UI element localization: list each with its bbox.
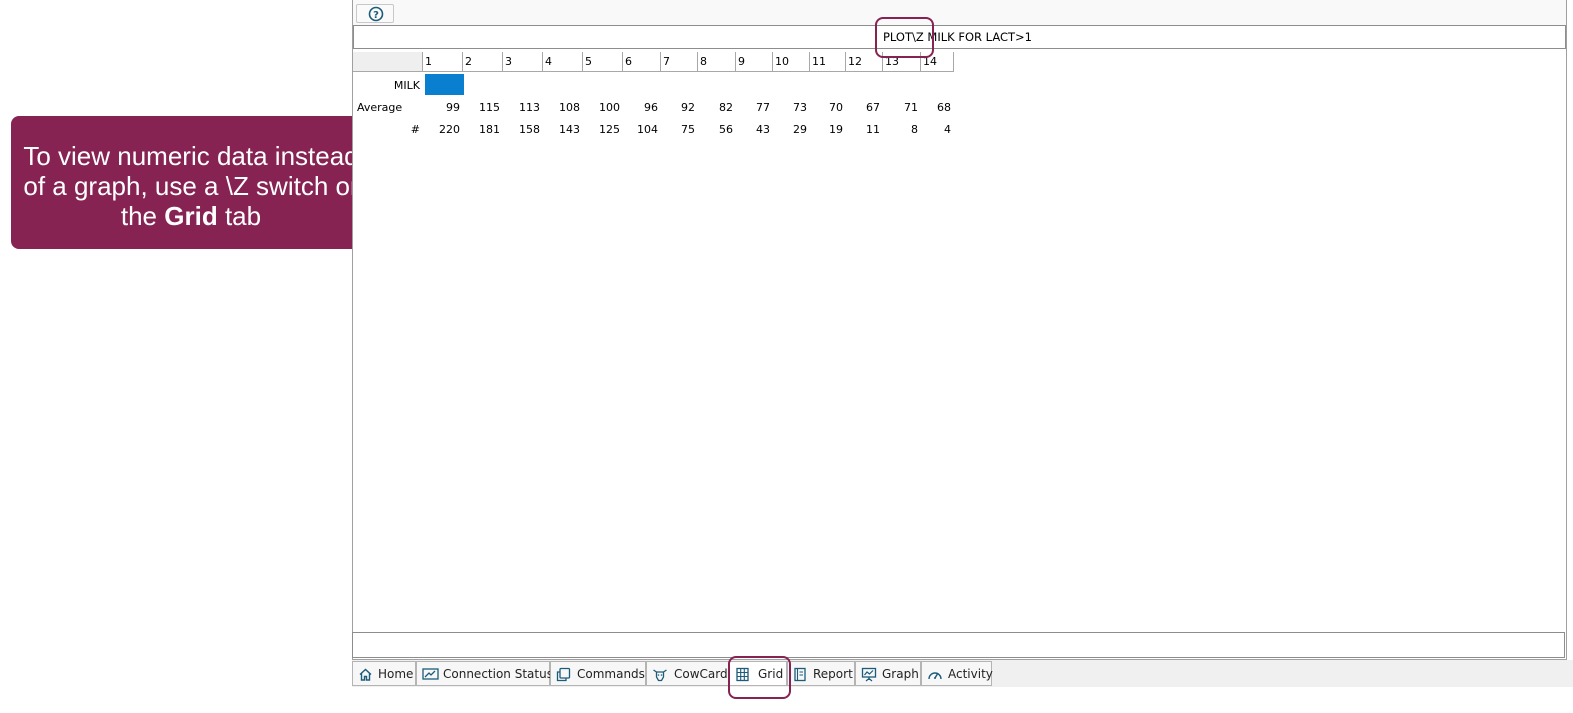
column-header[interactable]: 7: [661, 52, 698, 72]
svg-text:?: ?: [373, 10, 379, 21]
tab-strip: Home Connection Status Commands CowCard …: [352, 660, 1573, 687]
tab-commands[interactable]: Commands: [550, 661, 646, 686]
grid-cell[interactable]: 73: [773, 101, 807, 114]
callout-line-2: of a graph, use a \Z switch or: [23, 171, 359, 201]
grid-cell[interactable]: 92: [661, 101, 695, 114]
tab-report-label: Report: [813, 667, 853, 681]
help-icon: ?: [368, 6, 384, 22]
column-header[interactable]: 2: [463, 52, 503, 72]
grid-cell[interactable]: 158: [503, 123, 540, 136]
tab-activity[interactable]: Activity: [921, 661, 993, 686]
row-label: #: [410, 123, 420, 136]
grid-cell[interactable]: 43: [736, 123, 770, 136]
home-icon: [359, 668, 372, 681]
grid-cell[interactable]: 67: [846, 101, 880, 114]
cow-icon: [653, 669, 667, 682]
column-header[interactable]: 4: [543, 52, 583, 72]
instruction-callout: To view numeric data instead of a graph,…: [11, 116, 371, 249]
grid-cell[interactable]: 29: [773, 123, 807, 136]
grid-cell[interactable]: 11: [846, 123, 880, 136]
grid-cell[interactable]: 99: [423, 101, 460, 114]
tab-cowcard[interactable]: CowCard: [646, 661, 729, 686]
tab-graph-label: Graph: [882, 667, 919, 681]
connection-status-icon: [422, 668, 439, 680]
grid-tab-highlight: [728, 656, 791, 699]
grid-cell[interactable]: 115: [463, 101, 500, 114]
callout-grid-emphasis: Grid: [164, 201, 218, 231]
grid-cell[interactable]: 108: [543, 101, 580, 114]
report-icon: [794, 667, 806, 682]
grid-cell[interactable]: 71: [883, 101, 918, 114]
grid-cell[interactable]: 70: [810, 101, 843, 114]
column-header[interactable]: 8: [698, 52, 736, 72]
tab-home-label: Home: [378, 667, 414, 681]
grid-cell[interactable]: 100: [583, 101, 620, 114]
activity-gauge-icon: [928, 672, 942, 680]
toolbar: ?: [353, 0, 1566, 25]
grid-cell[interactable]: 75: [661, 123, 695, 136]
column-header[interactable]: 1: [423, 52, 463, 72]
commands-icon: [556, 667, 571, 682]
column-header[interactable]: 5: [583, 52, 623, 72]
column-header[interactable]: 9: [736, 52, 773, 72]
grid-panel: ? PLOT\Z MILK FOR LACT>1 1 2 3 4 5 6 7 8 9 10 11 12…: [352, 0, 1567, 660]
tab-home[interactable]: Home: [352, 661, 416, 686]
tab-activity-label: Activity: [948, 667, 993, 681]
graph-icon: [861, 667, 877, 682]
tab-commands-label: Commands: [577, 667, 645, 681]
column-header[interactable]: 6: [623, 52, 661, 72]
grid-cell[interactable]: 82: [698, 101, 733, 114]
tab-cowcard-label: CowCard: [674, 667, 728, 681]
tab-graph[interactable]: Graph: [855, 661, 921, 686]
grid-cell[interactable]: 113: [503, 101, 540, 114]
callout-line-1: To view numeric data instead: [23, 141, 359, 171]
grid-cell[interactable]: 8: [883, 123, 918, 136]
grid-cell[interactable]: 125: [583, 123, 620, 136]
tab-report[interactable]: Report: [787, 661, 855, 686]
grid-corner-cell: [353, 52, 423, 72]
grid-cell[interactable]: 104: [623, 123, 658, 136]
grid-cell[interactable]: 68: [921, 101, 951, 114]
grid-cell[interactable]: 19: [810, 123, 843, 136]
grid-cell[interactable]: 143: [543, 123, 580, 136]
grid-cell[interactable]: 4: [921, 123, 951, 136]
column-header[interactable]: 11: [810, 52, 846, 72]
help-button[interactable]: ?: [356, 4, 394, 23]
row-label: MILK: [393, 79, 420, 92]
grid-cell[interactable]: 96: [623, 101, 658, 114]
tab-connection-status[interactable]: Connection Status: [416, 661, 553, 686]
tab-connection-status-label: Connection Status: [443, 667, 553, 681]
command-switch-highlight: [875, 17, 934, 58]
grid-cell[interactable]: 56: [698, 123, 733, 136]
grid-cell[interactable]: 77: [736, 101, 770, 114]
grid-cell[interactable]: 181: [463, 123, 500, 136]
status-bar: [352, 632, 1565, 658]
column-header[interactable]: 10: [773, 52, 810, 72]
callout-line-3: the Grid tab: [120, 201, 262, 231]
row-label: Average: [357, 101, 403, 114]
milk-selected-cell[interactable]: [425, 74, 464, 95]
grid-cell[interactable]: 220: [423, 123, 460, 136]
column-header[interactable]: 3: [503, 52, 543, 72]
command-bar[interactable]: PLOT\Z MILK FOR LACT>1: [353, 25, 1566, 49]
